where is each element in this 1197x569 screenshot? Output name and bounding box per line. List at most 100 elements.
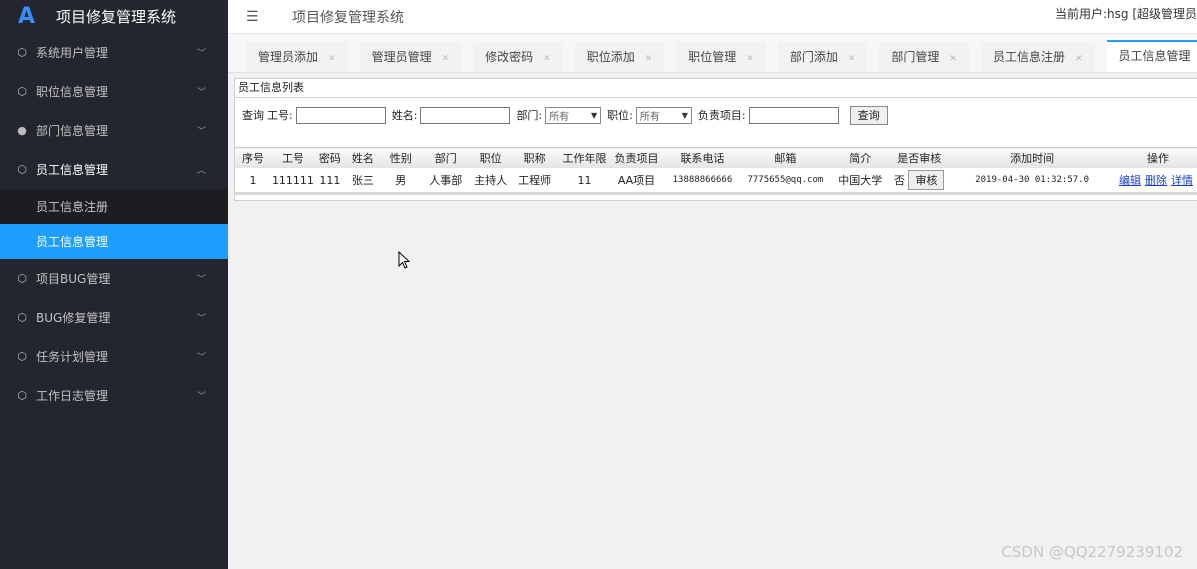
sidebar-item-project-bugs[interactable]: ⬡ 项目BUG管理 ﹀	[0, 259, 228, 298]
chevron-down-icon: ﹀	[196, 392, 206, 402]
tab-position-manage[interactable]: 职位管理 ✕	[676, 42, 766, 72]
close-icon[interactable]: ✕	[543, 54, 551, 64]
sidebar-item-task-plans[interactable]: ⬡ 任务计划管理 ﹀	[0, 337, 228, 376]
audit-button[interactable]: 审核	[908, 170, 945, 190]
audited-value: 否	[893, 174, 905, 187]
chevron-up-icon: ︿	[196, 166, 206, 176]
column-header: 密码	[314, 147, 345, 168]
watermark: CSDN @QQ2279239102	[1001, 543, 1183, 561]
sidebar-item-system-users[interactable]: ⬡ 系统用户管理 ﹀	[0, 33, 228, 72]
search-button[interactable]: 查询	[849, 105, 888, 125]
cell-phone: 13888866666	[662, 168, 743, 195]
sidebar: A 项目修复管理系统 ⬡ 系统用户管理 ﹀ ⬡ 职位信息管理 ﹀ ● 部门信息管…	[0, 0, 228, 569]
table-row: 1 111111 111 张三 男 人事部 主持人 工程师 11 AA项目 13…	[235, 168, 1197, 195]
tab-employee-manage[interactable]: 员工信息管理✕	[1106, 40, 1197, 72]
employee-table: 序号 工号 密码 姓名 性别 部门 职位 职称 工作年限 负责项目 联系电话 邮…	[235, 147, 1197, 195]
column-header: 联系电话	[662, 147, 743, 168]
name-input[interactable]	[420, 106, 511, 124]
tab-employee-register[interactable]: 员工信息注册 ✕	[980, 42, 1095, 72]
column-header: 工号	[270, 147, 315, 168]
tab-dept-manage[interactable]: 部门管理 ✕	[879, 42, 969, 72]
tab-change-password[interactable]: 修改密码 ✕	[473, 42, 563, 72]
cell-years: 11	[558, 168, 611, 195]
column-header: 操作	[1118, 147, 1197, 168]
tab-bar: 管理员添加 ✕ 管理员管理 ✕ 修改密码 ✕ 职位添加 ✕ 职位管理 ✕ 部门添加 ✕ 部门…	[228, 34, 1197, 73]
tab-admin-add[interactable]: 管理员添加 ✕	[246, 42, 348, 72]
app-logo: A 项目修复管理系统	[0, 0, 228, 33]
sidebar-item-label: BUG修复管理	[36, 311, 111, 325]
project-input[interactable]	[748, 106, 839, 124]
delete-link[interactable]: 删除	[1145, 174, 1167, 187]
column-header: 性别	[380, 147, 421, 168]
project-label: 负责项目:	[697, 109, 746, 122]
query-prefix: 查询	[242, 109, 264, 122]
tab-admin-manage[interactable]: 管理员管理 ✕	[359, 42, 462, 72]
cell-name: 张三	[344, 168, 381, 195]
dept-select-value: 所有	[549, 111, 570, 123]
top-header: ☰ 项目修复管理系统 当前用户:hsg [超级管理员	[228, 0, 1197, 34]
sidebar-item-work-logs[interactable]: ⬡ 工作日志管理 ﹀	[0, 376, 228, 415]
cell-title: 工程师	[510, 168, 559, 195]
sidebar-subitem-employee-register[interactable]: 员工信息注册	[0, 189, 228, 224]
sidebar-item-departments[interactable]: ● 部门信息管理 ﹀	[0, 111, 228, 150]
cell-project: AA项目	[610, 168, 663, 195]
chevron-down-icon: ﹀	[196, 49, 206, 59]
dropdown-arrow-icon: ▼	[591, 110, 598, 120]
tab-dept-add[interactable]: 部门添加 ✕	[777, 42, 868, 72]
table-header-row: 序号 工号 密码 姓名 性别 部门 职位 职称 工作年限 负责项目 联系电话 邮…	[235, 147, 1197, 168]
dept-select[interactable]: 所有 ▼	[545, 106, 602, 124]
work-no-input[interactable]	[295, 106, 386, 124]
detail-link[interactable]: 详情	[1171, 174, 1193, 187]
header-title: 项目修复管理系统	[292, 9, 404, 26]
name-label: 姓名:	[391, 109, 418, 122]
sidebar-item-bug-fixes[interactable]: ⬡ BUG修复管理 ﹀	[0, 298, 228, 337]
close-icon[interactable]: ✕	[645, 54, 653, 64]
cube-icon: ⬡	[17, 163, 27, 176]
sidebar-item-employees[interactable]: ⬡ 员工信息管理 ︿	[0, 150, 228, 189]
cell-position: 主持人	[470, 168, 511, 195]
employee-list-panel: 员工信息列表 查询 工号: 姓名: 部门: 所有 ▼ 职位: 所有 ▼ 负责项目…	[234, 78, 1197, 201]
column-header: 职位	[470, 147, 511, 168]
sidebar-item-label: 职位信息管理	[36, 85, 109, 99]
query-bar: 查询 工号: 姓名: 部门: 所有 ▼ 职位: 所有 ▼ 负责项目: 查询	[235, 98, 1197, 132]
sidebar-subitem-employee-manage[interactable]: 员工信息管理	[0, 224, 228, 259]
column-header: 简介	[828, 147, 893, 168]
cell-password: 111	[314, 168, 345, 195]
column-header: 部门	[420, 147, 471, 168]
position-select[interactable]: 所有 ▼	[635, 106, 692, 124]
menu-toggle-icon[interactable]: ☰	[246, 9, 262, 25]
column-header: 负责项目	[610, 147, 663, 168]
column-header: 工作年限	[558, 147, 611, 168]
cube-icon: ⬡	[17, 389, 27, 402]
cell-email: 7775655@qq.com	[742, 168, 829, 195]
panel-title: 员工信息列表	[235, 79, 1197, 98]
position-select-value: 所有	[639, 111, 660, 123]
close-icon[interactable]: ✕	[1075, 54, 1083, 64]
chevron-down-icon: ﹀	[196, 275, 206, 285]
cube-icon: ⬡	[17, 46, 27, 59]
close-icon[interactable]: ✕	[949, 54, 957, 64]
close-icon[interactable]: ✕	[442, 54, 450, 64]
edit-link[interactable]: 编辑	[1119, 174, 1141, 187]
sidebar-item-positions[interactable]: ⬡ 职位信息管理 ﹀	[0, 72, 228, 111]
sidebar-item-label: 任务计划管理	[36, 350, 109, 364]
position-label: 职位:	[607, 109, 633, 122]
sidebar-item-label: 系统用户管理	[36, 46, 109, 60]
sidebar-item-label: 部门信息管理	[36, 124, 109, 138]
logo-icon: A	[18, 4, 36, 29]
close-icon[interactable]: ✕	[746, 54, 754, 64]
current-user[interactable]: 当前用户:hsg [超级管理员	[1055, 0, 1197, 33]
dropdown-arrow-icon: ▼	[681, 110, 688, 120]
app-title: 项目修复管理系统	[56, 8, 177, 26]
dept-label: 部门:	[516, 109, 543, 122]
sidebar-item-label: 员工信息管理	[36, 163, 109, 177]
column-header: 是否审核	[892, 147, 947, 168]
tab-position-add[interactable]: 职位添加 ✕	[574, 42, 665, 72]
close-icon[interactable]: ✕	[328, 54, 336, 64]
column-header: 序号	[235, 147, 271, 168]
column-header: 姓名	[344, 147, 381, 168]
close-icon[interactable]: ✕	[848, 54, 856, 64]
cell-added-time: 2019-04-30 01:32:57.0	[946, 168, 1118, 195]
cube-icon: ⬡	[17, 272, 27, 285]
cell-index: 1	[235, 168, 271, 195]
